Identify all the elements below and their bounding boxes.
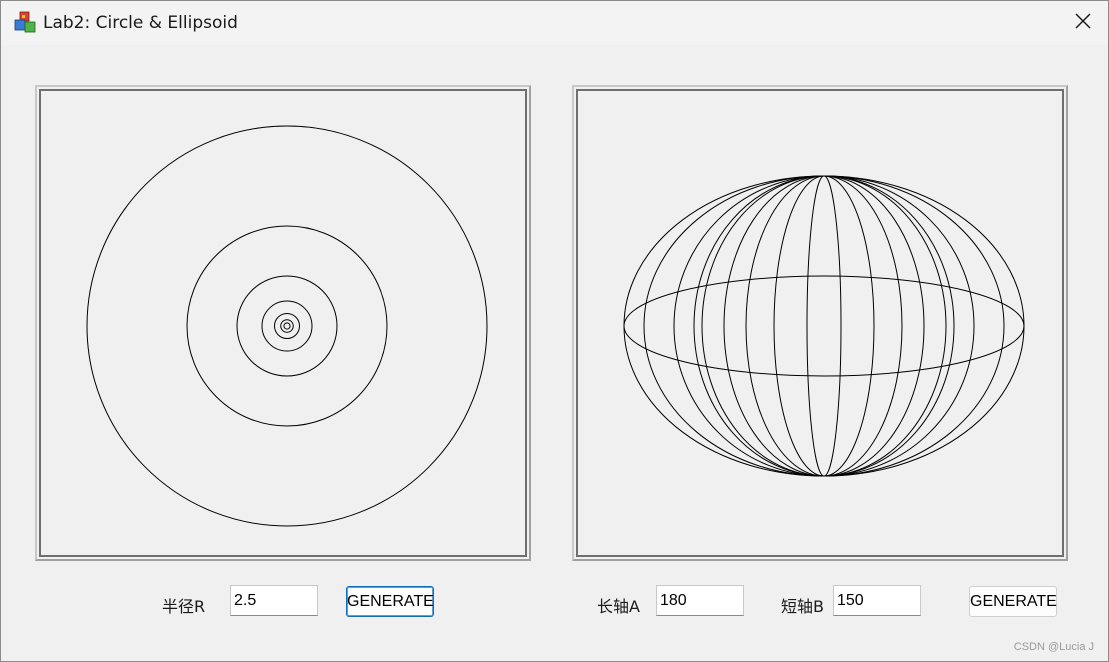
major-axis-label: 长轴A (597, 597, 640, 616)
circle-ring (236, 275, 338, 377)
ellipsoid-meridian (701, 175, 947, 477)
ellipsoid-outline (623, 175, 1025, 477)
ellipsoid-canvas-frame (572, 85, 1068, 561)
circle-ring (86, 125, 488, 527)
close-button[interactable] (1058, 1, 1108, 45)
ellipsoid-meridian (806, 175, 842, 477)
watermark: CSDN @Lucia J (1013, 641, 1094, 653)
ellipsoid-canvas (623, 175, 1025, 477)
radius-input[interactable] (230, 585, 318, 616)
circle-ring (280, 319, 294, 333)
app-window: Lab2: Circle & Ellipsoid 半径R 2.5 GENERAT… (0, 0, 1109, 662)
circle-ring (186, 225, 388, 427)
major-axis-input[interactable] (656, 585, 744, 616)
window-title: Lab2: Circle & Ellipsoid (43, 13, 238, 33)
minor-axis-label: 短轴B (781, 597, 824, 616)
ellipsoid-generate-button[interactable]: GENERATE (969, 586, 1057, 617)
ellipsoid-meridian (745, 175, 903, 477)
circle-generate-button[interactable]: GENERATE (346, 586, 434, 617)
ellipsoid-meridian (673, 175, 975, 477)
close-icon (1074, 12, 1092, 34)
ellipsoid-meridian (643, 175, 1005, 477)
app-cubes-icon (13, 11, 37, 35)
radius-label: 半径R (162, 597, 206, 616)
minor-axis-input[interactable] (833, 585, 921, 616)
ellipsoid-meridian (723, 175, 925, 477)
circle-ring (283, 322, 291, 330)
ellipsoid-meridian (693, 175, 955, 477)
ellipsoid-equator (623, 275, 1025, 377)
circle-ring (261, 300, 313, 352)
circle-canvas-frame (35, 85, 531, 561)
title-bar[interactable]: Lab2: Circle & Ellipsoid (1, 1, 1108, 45)
ellipsoid-meridian (773, 175, 875, 477)
circle-ring (274, 313, 300, 339)
circle-canvas (86, 125, 488, 527)
